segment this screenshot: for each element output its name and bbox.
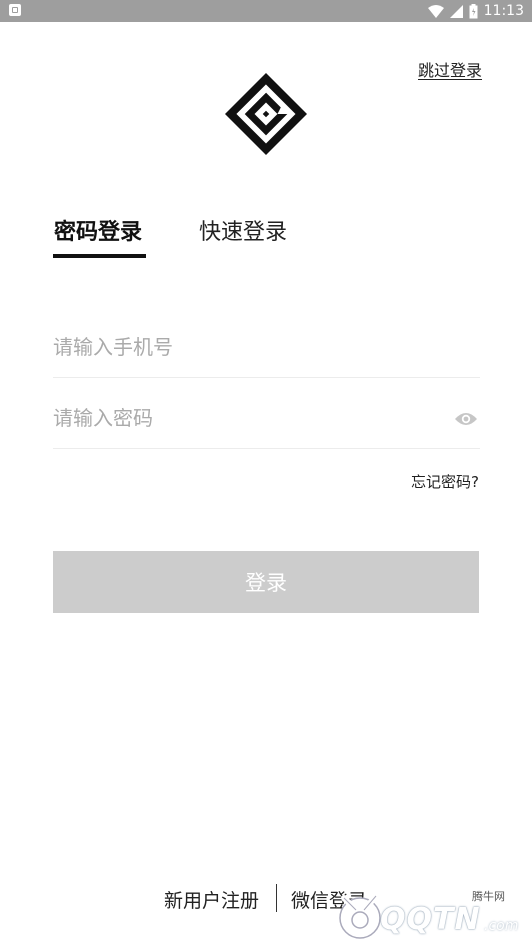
wifi-icon <box>427 4 444 18</box>
eye-icon[interactable] <box>454 410 478 428</box>
watermark-domain: .com <box>484 918 519 934</box>
login-button[interactable]: 登录 <box>53 551 479 613</box>
active-tab-indicator <box>53 254 146 258</box>
status-time: 11:13 <box>483 3 524 19</box>
phone-input[interactable] <box>53 327 433 367</box>
forgot-password-link[interactable]: 忘记密码? <box>411 471 479 492</box>
app-logo <box>225 73 307 155</box>
password-input[interactable] <box>53 398 433 438</box>
login-tabs: 密码登录 快速登录 <box>53 214 353 262</box>
link-divider <box>276 884 277 912</box>
phone-field <box>53 327 480 378</box>
battery-icon <box>469 3 478 18</box>
tab-quick-login[interactable]: 快速登录 <box>199 214 287 246</box>
register-link[interactable]: 新用户注册 <box>164 886 259 913</box>
notification-icon <box>9 4 21 16</box>
status-icons: 11:13 <box>427 2 524 20</box>
tab-password-login[interactable]: 密码登录 <box>54 214 142 246</box>
password-field <box>53 398 480 449</box>
watermark-site-name: 腾牛网 <box>472 890 505 903</box>
status-bar: 11:13 <box>0 0 532 22</box>
skip-login-link[interactable]: 跳过登录 <box>418 57 482 81</box>
watermark-brand: QQTN <box>380 902 481 937</box>
watermark: QQTN 腾牛网 .com <box>336 888 532 946</box>
signal-icon <box>449 4 463 18</box>
